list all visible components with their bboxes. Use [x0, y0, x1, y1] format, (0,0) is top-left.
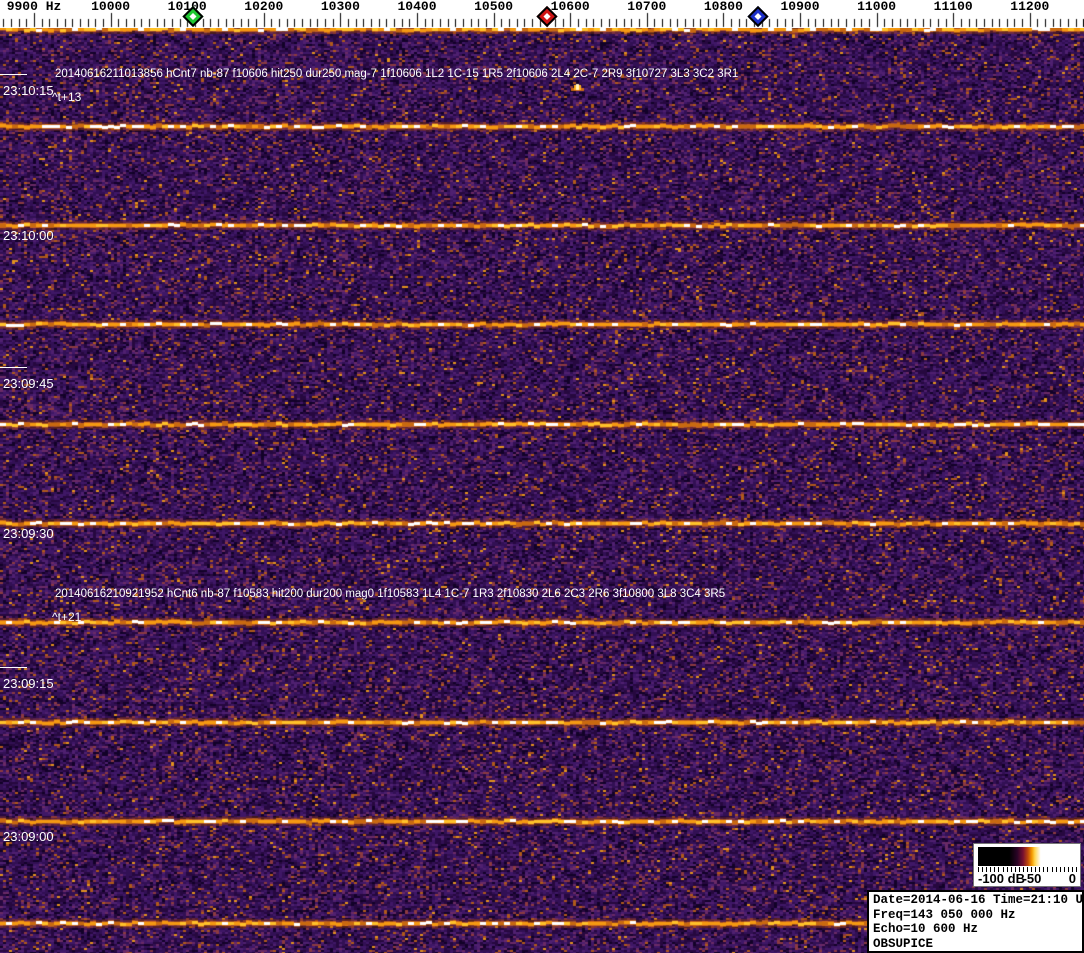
- colorbar-tick: [1043, 867, 1044, 872]
- detection-record-text: 20140616211013856 hCnt7 nb-87 f10606 hit…: [55, 68, 738, 80]
- info-line-2: Echo=10 600 Hz: [873, 922, 1082, 937]
- colorbar-label-mid: -50: [1023, 872, 1042, 886]
- time-label: 23:09:30: [3, 527, 54, 540]
- colorbar-tick: [1076, 867, 1077, 872]
- colorbar-tick: [1047, 867, 1048, 872]
- colorbar-tick: [1060, 867, 1061, 872]
- colorbar-label-left: -100 dB: [978, 872, 1025, 886]
- detection-record-text: 20140616210921952 hCnt6 nb-87 f10583 hit…: [55, 588, 725, 600]
- time-label: 23:09:00: [3, 830, 54, 843]
- spectrogram-overlays: 23:10:15 23:10:00 23:09:45 23:09:30 23:09:15…: [0, 0, 1084, 953]
- meteor-echo-spectrogram-window: 9900 Hz 10000 10100 10200 10300 10400 10500 106…: [0, 0, 1084, 953]
- colorbar-tick: [1056, 867, 1057, 872]
- colorbar-tick: [1064, 867, 1065, 872]
- detection-annotation: ^t+13: [52, 91, 81, 103]
- colorbar-label-right: 0: [1069, 872, 1076, 886]
- info-line-0: Date=2014-06-16 Time=21:10 UTC: [873, 893, 1082, 908]
- info-line-3: OBSUPICE: [873, 937, 1082, 952]
- time-label: 23:09:45: [3, 377, 54, 390]
- db-colorbar: -100 dB -50 0: [973, 843, 1081, 887]
- time-label: 23:09:15: [3, 677, 54, 690]
- time-tick-mark: [0, 367, 27, 368]
- time-tick-mark: [0, 667, 27, 668]
- info-line-1: Freq=143 050 000 Hz: [873, 908, 1082, 923]
- colorbar-tick: [1052, 867, 1053, 872]
- colorbar-gradient: [978, 847, 1076, 866]
- detection-annotation: ^t+21: [52, 611, 81, 623]
- time-label: 23:10:15: [3, 84, 54, 97]
- observation-info-box: Date=2014-06-16 Time=21:10 UTC Freq=143 0…: [867, 890, 1084, 953]
- time-label: 23:10:00: [3, 229, 54, 242]
- time-tick-mark: [0, 74, 27, 75]
